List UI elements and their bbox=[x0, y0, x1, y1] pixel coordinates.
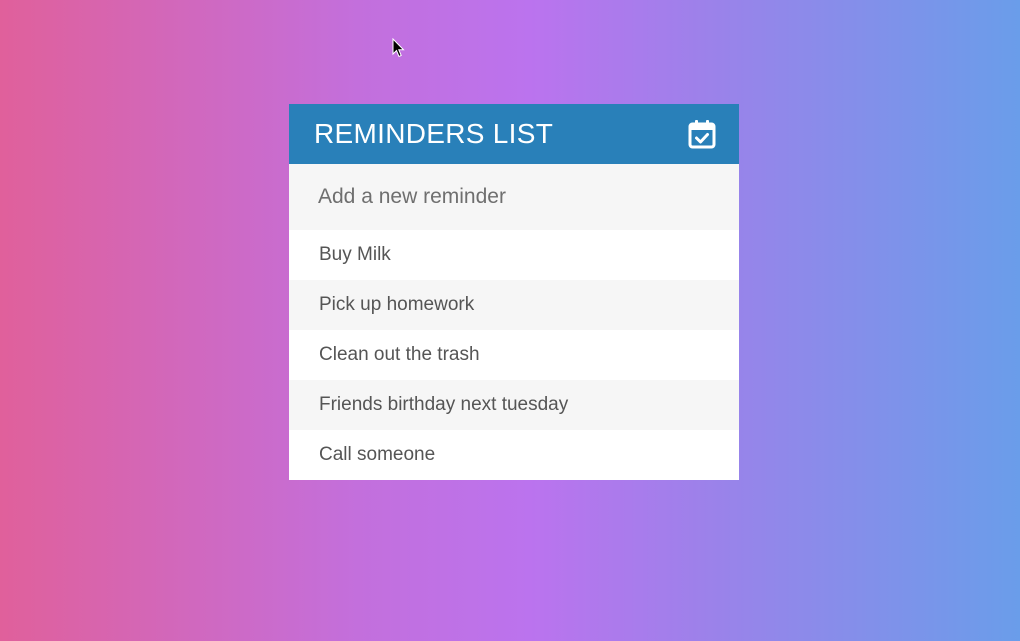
list-item[interactable]: Call someone bbox=[289, 430, 739, 480]
reminders-card: REMINDERS LIST Buy Milk Pick up homework… bbox=[289, 104, 739, 480]
list-item[interactable]: Buy Milk bbox=[289, 230, 739, 280]
list-item[interactable]: Friends birthday next tuesday bbox=[289, 380, 739, 430]
new-reminder-input[interactable] bbox=[289, 164, 739, 230]
card-header: REMINDERS LIST bbox=[289, 104, 739, 164]
reminder-list: Buy Milk Pick up homework Clean out the … bbox=[289, 230, 739, 480]
list-item[interactable]: Clean out the trash bbox=[289, 330, 739, 380]
page-title: REMINDERS LIST bbox=[314, 118, 554, 149]
list-item[interactable]: Pick up homework bbox=[289, 280, 739, 330]
mouse-cursor-icon bbox=[392, 38, 405, 58]
calendar-check-icon[interactable] bbox=[687, 119, 717, 149]
